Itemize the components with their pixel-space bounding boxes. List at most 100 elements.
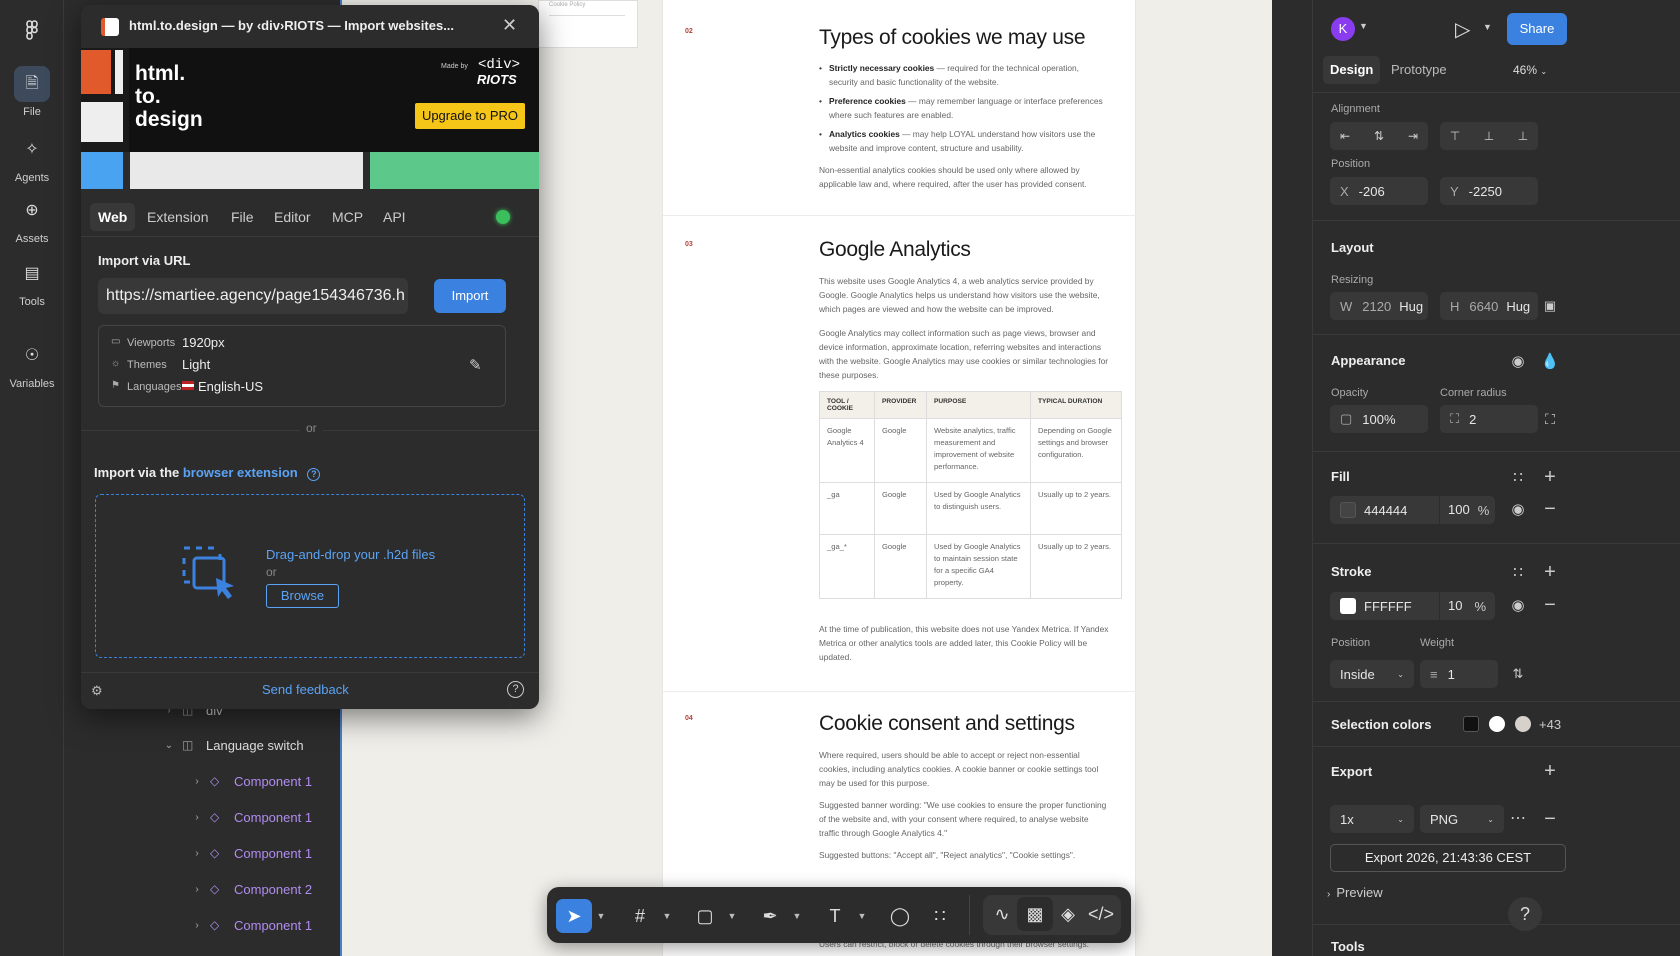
chevron-right-icon[interactable]: › xyxy=(190,884,204,895)
resize-constraints-icon[interactable]: ▣ xyxy=(1539,295,1561,317)
zoom-control[interactable]: 46% ⌄ xyxy=(1513,63,1547,77)
rail-agents[interactable]: ✧ Agents xyxy=(0,132,64,184)
fill-color-field[interactable]: 444444 100 % xyxy=(1330,496,1495,524)
fill-swatch[interactable] xyxy=(1340,502,1356,518)
draw-mode-button[interactable]: ∿ xyxy=(984,897,1020,931)
import-button[interactable]: Import xyxy=(434,279,506,313)
tab-extension[interactable]: Extension xyxy=(139,203,216,231)
chevron-down-icon[interactable]: ▼ xyxy=(856,899,868,933)
more-colors-label[interactable]: +43 xyxy=(1539,717,1561,732)
x-position-field[interactable]: X -206 xyxy=(1330,177,1428,205)
settings-sliders-icon[interactable]: ⚙ xyxy=(91,683,103,699)
browse-button[interactable]: Browse xyxy=(266,584,339,608)
rail-assets[interactable]: ⊕ Assets xyxy=(0,193,64,245)
selection-color-swatch[interactable] xyxy=(1489,716,1505,732)
tab-editor[interactable]: Editor xyxy=(266,203,319,231)
stroke-settings-icon[interactable]: ⇅ xyxy=(1507,663,1529,685)
selection-color-swatch[interactable] xyxy=(1515,716,1531,732)
align-middle-icon[interactable]: ⊥ xyxy=(1478,125,1500,147)
tab-design[interactable]: Design xyxy=(1323,56,1381,84)
more-options-icon[interactable]: ⋯ xyxy=(1507,808,1529,830)
styles-grid-icon[interactable]: ∷ xyxy=(1507,467,1529,489)
layer-row[interactable]: ⌄ ◫ Language switch xyxy=(64,730,342,760)
height-field[interactable]: H 6640 Hug xyxy=(1440,292,1538,320)
help-icon[interactable]: ? xyxy=(307,468,321,481)
layer-row[interactable]: › ◇ Component 2 xyxy=(64,874,342,904)
tab-api[interactable]: API xyxy=(375,203,414,231)
chevron-down-icon[interactable]: ▼ xyxy=(1359,21,1368,31)
chevron-down-icon[interactable]: ▼ xyxy=(791,899,803,933)
layer-row[interactable]: › ◇ Component 1 xyxy=(64,910,342,940)
stroke-position-select[interactable]: Inside ⌄ xyxy=(1330,660,1414,688)
stroke-color-field[interactable]: FFFFFF 10 % xyxy=(1330,592,1495,620)
remove-stroke-icon[interactable]: − xyxy=(1539,594,1561,616)
design-mode-button[interactable]: ▩ xyxy=(1017,897,1053,931)
width-field[interactable]: W 2120 Hug xyxy=(1330,292,1428,320)
component-mode-button[interactable]: ◈ xyxy=(1050,897,1086,931)
corner-radius-field[interactable]: ⛶ 2 xyxy=(1440,405,1538,433)
droplet-icon[interactable]: 💧 xyxy=(1539,351,1561,373)
stroke-weight-field[interactable]: ≡ 1 xyxy=(1420,660,1498,688)
comment-tool-button[interactable]: ◯ xyxy=(882,899,918,933)
play-icon[interactable]: ▷ xyxy=(1455,17,1470,42)
chevron-down-icon[interactable]: ▼ xyxy=(726,899,738,933)
chevron-right-icon[interactable]: › xyxy=(190,920,204,931)
actions-button[interactable]: ∷ xyxy=(922,899,958,933)
remove-fill-icon[interactable]: − xyxy=(1539,498,1561,520)
chevron-right-icon[interactable]: › xyxy=(190,776,204,787)
styles-grid-icon[interactable]: ∷ xyxy=(1507,562,1529,584)
align-top-icon[interactable]: ⊤ xyxy=(1444,125,1466,147)
chevron-right-icon[interactable]: › xyxy=(190,812,204,823)
chevron-down-icon[interactable]: ⌄ xyxy=(162,740,176,751)
rail-tools[interactable]: ▤ Tools xyxy=(0,256,64,308)
layer-row[interactable]: › ◇ Component 1 xyxy=(64,838,342,868)
shape-tool-button[interactable]: ▢ xyxy=(687,899,723,933)
opacity-field[interactable]: ▢ 100% xyxy=(1330,405,1428,433)
drop-zone[interactable]: Drag-and-drop your .h2d files or Browse xyxy=(95,494,525,658)
stroke-swatch[interactable] xyxy=(1340,598,1356,614)
layer-row[interactable]: › ◇ Component 1 xyxy=(64,802,342,832)
layer-row[interactable]: › ◇ Component 1 xyxy=(64,766,342,796)
text-tool-button[interactable]: T xyxy=(817,899,853,933)
export-button[interactable]: Export 2026, 21:43:36 CEST xyxy=(1330,844,1566,872)
align-bottom-icon[interactable]: ⊥ xyxy=(1512,125,1534,147)
tab-file[interactable]: File xyxy=(223,203,262,231)
move-tool-button[interactable]: ➤ xyxy=(556,899,592,933)
y-position-field[interactable]: Y -2250 xyxy=(1440,177,1538,205)
align-center-icon[interactable]: ⇅ xyxy=(1368,125,1390,147)
remove-export-icon[interactable]: − xyxy=(1539,808,1561,830)
eye-icon[interactable]: ◉ xyxy=(1507,595,1529,617)
add-export-icon[interactable]: + xyxy=(1539,760,1561,782)
add-fill-icon[interactable]: + xyxy=(1539,466,1561,488)
pen-tool-button[interactable]: ✒ xyxy=(752,899,788,933)
align-left-icon[interactable]: ⇤ xyxy=(1334,125,1356,147)
tab-web[interactable]: Web xyxy=(90,203,136,231)
avatar[interactable]: K xyxy=(1331,17,1355,41)
close-icon[interactable]: ✕ xyxy=(502,15,517,36)
chevron-down-icon[interactable]: ▼ xyxy=(595,899,607,933)
tab-prototype[interactable]: Prototype xyxy=(1391,56,1447,84)
frame-tool-button[interactable]: # xyxy=(622,899,658,933)
help-circle-icon[interactable]: ? xyxy=(507,681,524,698)
align-right-icon[interactable]: ⇥ xyxy=(1402,125,1424,147)
selection-color-swatch[interactable] xyxy=(1463,716,1479,732)
share-button[interactable]: Share xyxy=(1507,13,1567,45)
add-stroke-icon[interactable]: + xyxy=(1539,561,1561,583)
upgrade-button[interactable]: Upgrade to PRO xyxy=(415,103,525,129)
export-format-select[interactable]: PNG ⌄ xyxy=(1420,805,1504,833)
chevron-right-icon[interactable]: › xyxy=(190,848,204,859)
tab-mcp[interactable]: MCP xyxy=(324,203,371,231)
export-scale-select[interactable]: 1x ⌄ xyxy=(1330,805,1414,833)
preview-toggle[interactable]: › Preview xyxy=(1327,885,1383,900)
independent-corners-icon[interactable]: ⛶ xyxy=(1539,408,1561,430)
dev-mode-button[interactable]: </> xyxy=(1083,897,1119,931)
send-feedback-link[interactable]: Send feedback xyxy=(262,682,349,697)
chevron-down-icon[interactable]: ▼ xyxy=(1483,22,1492,32)
rail-variables[interactable]: ☉ Variables xyxy=(0,338,64,390)
url-input[interactable]: https://smartiee.agency/page154346736.h xyxy=(98,278,408,314)
browser-extension-link[interactable]: browser extension xyxy=(183,465,298,480)
eye-icon[interactable]: ◉ xyxy=(1507,351,1529,373)
chevron-down-icon[interactable]: ▼ xyxy=(661,899,673,933)
edit-pencil-icon[interactable]: ✎ xyxy=(469,356,482,374)
eye-icon[interactable]: ◉ xyxy=(1507,499,1529,521)
